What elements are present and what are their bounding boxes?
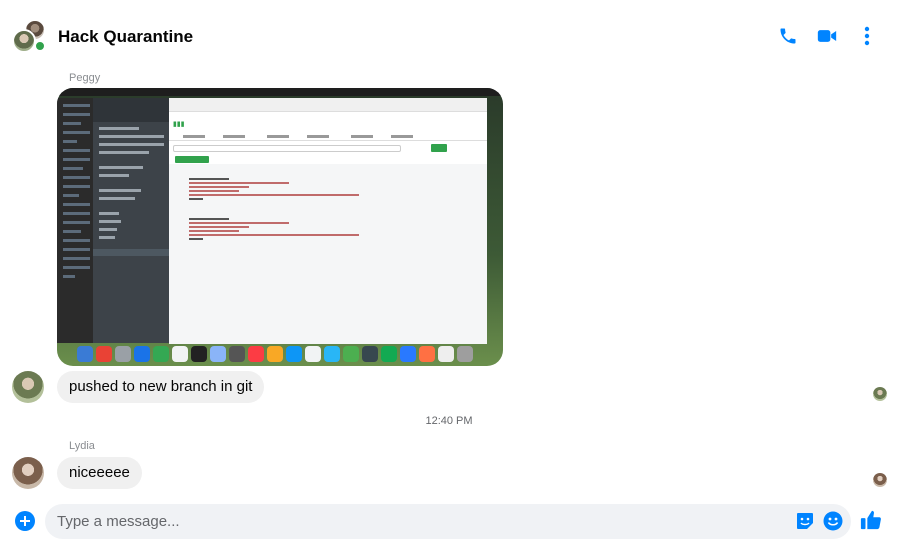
- more-options-icon: [864, 26, 870, 46]
- message-input[interactable]: [57, 504, 777, 539]
- conversation-title[interactable]: Hack Quarantine: [58, 27, 193, 47]
- sticker-icon: [797, 513, 813, 529]
- like-button[interactable]: [860, 509, 882, 531]
- shared-screenshot-image[interactable]: ▮▮▮: [57, 88, 503, 366]
- phone-icon: [780, 28, 796, 44]
- more-options-button[interactable]: [855, 24, 879, 48]
- chat-header: Hack Quarantine: [0, 0, 898, 72]
- emoji-icon: [823, 511, 843, 531]
- seen-avatar-lydia: [873, 473, 887, 487]
- compass-sidebar: [93, 98, 169, 343]
- phone-call-button[interactable]: [776, 24, 800, 48]
- mac-menubar: [57, 88, 503, 96]
- message-bubble[interactable]: niceeeee: [57, 457, 142, 489]
- compass-main-pane: ▮▮▮: [169, 98, 487, 344]
- seen-avatar-peggy: [873, 387, 887, 401]
- online-status-dot: [34, 40, 46, 52]
- message-timestamp: 12:40 PM: [425, 415, 473, 427]
- ide-sidebar: [57, 98, 93, 343]
- sender-avatar-lydia[interactable]: [12, 457, 44, 489]
- sticker-button[interactable]: [795, 511, 815, 531]
- message-bubble[interactable]: pushed to new branch in git: [57, 371, 265, 403]
- more-actions-button[interactable]: [15, 511, 35, 531]
- collection-name-graphic: ▮▮▮: [173, 121, 185, 128]
- plus-circle-icon: [15, 511, 35, 531]
- thumbs-up-icon: [860, 510, 881, 530]
- sender-avatar-peggy[interactable]: [12, 371, 44, 403]
- emoji-button[interactable]: [823, 511, 843, 531]
- sender-name: Peggy: [69, 72, 101, 84]
- message-composer: [45, 504, 851, 539]
- mac-dock: [73, 344, 487, 364]
- sender-name: Lydia: [69, 440, 95, 452]
- video-icon: [817, 30, 837, 42]
- video-call-button[interactable]: [815, 24, 839, 48]
- member-avatar: [12, 29, 36, 53]
